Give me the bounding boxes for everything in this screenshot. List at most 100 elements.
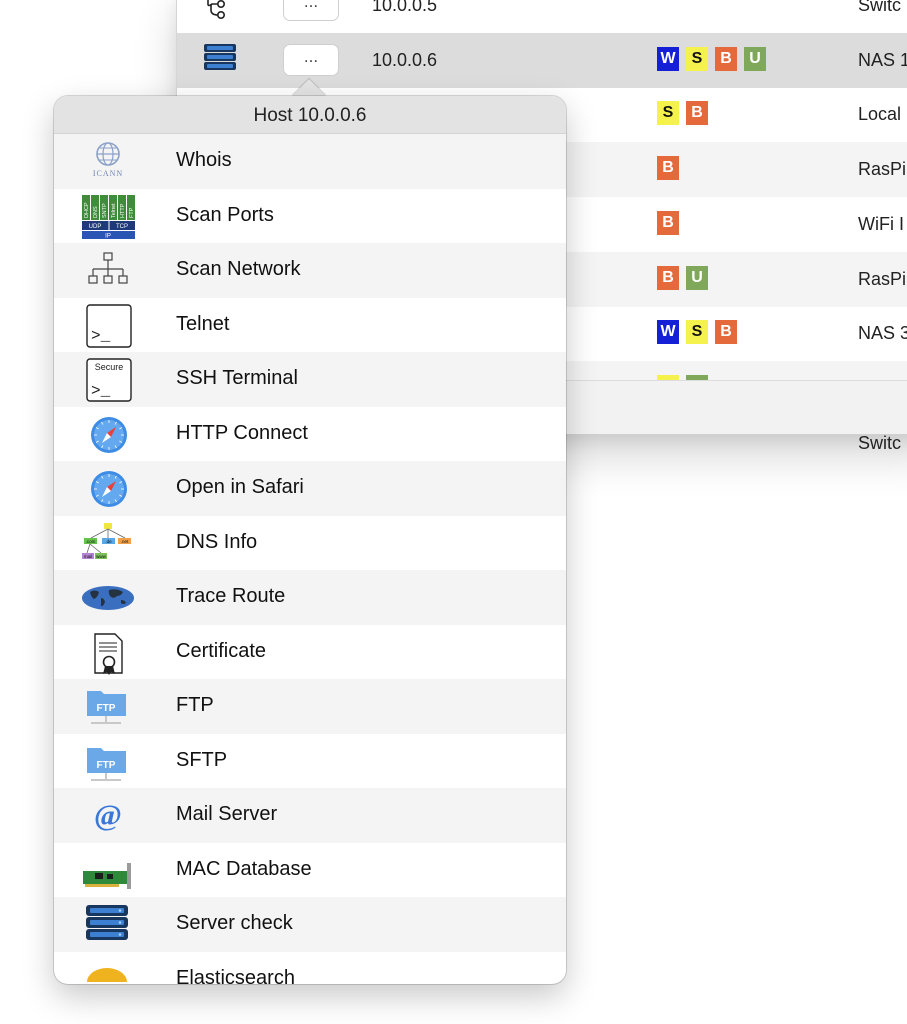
server-rack-icon	[199, 43, 239, 77]
service-badge: U	[686, 265, 708, 290]
server-rack-icon	[81, 903, 135, 947]
protocol-stack-icon: DHCP DNS SNTP Telnet HTTP FTP UDP TCP IP	[81, 194, 135, 239]
svg-text:FTP: FTP	[97, 760, 116, 771]
popover-title: Host 10.0.0.6	[54, 96, 566, 134]
ftp-folder-icon: FTP	[81, 685, 135, 729]
menu-item-label: SSH Terminal	[176, 367, 298, 389]
svg-text:DHCP: DHCP	[84, 202, 90, 218]
network-card-icon	[81, 849, 135, 893]
safari-compass-icon	[81, 467, 135, 511]
menu-item-label: Scan Ports	[176, 203, 274, 226]
host-name: RasPi	[858, 159, 907, 180]
svg-text:.de: .de	[105, 539, 112, 544]
menu-item-scan-ports[interactable]: DHCP DNS SNTP Telnet HTTP FTP UDP TCP IP Scan Por…	[54, 189, 566, 244]
svg-text:@: @	[94, 799, 122, 832]
host-ip: 10.0.0.6	[372, 49, 438, 70]
svg-text:.net: .net	[121, 539, 129, 544]
menu-item-label: Whois	[176, 149, 232, 171]
host-actions-button[interactable]: ...	[283, 43, 339, 76]
svg-text:SNTP: SNTP	[102, 203, 108, 218]
svg-text:Telnet: Telnet	[111, 202, 117, 217]
svg-text:FTP: FTP	[97, 703, 116, 714]
menu-item-sftp[interactable]: FTP SFTP	[54, 734, 566, 789]
service-badge: B	[657, 210, 679, 235]
safari-compass-icon	[81, 413, 135, 457]
service-badge: S	[686, 46, 708, 71]
host-name: NAS 1	[858, 49, 907, 70]
menu-item-label: Telnet	[176, 312, 230, 335]
world-map-icon	[81, 576, 135, 620]
menu-item-label: Open in Safari	[176, 476, 304, 498]
menu-item-elasticsearch[interactable]: Elasticsearch	[54, 952, 566, 985]
at-sign-icon: @	[81, 794, 135, 838]
svg-text:www: www	[96, 554, 106, 559]
host-name: NAS 3	[858, 323, 907, 344]
menu-item-whois[interactable]: ICANN Whois	[54, 134, 566, 189]
menu-item-certificate[interactable]: Certificate	[54, 625, 566, 680]
host-name: WiFi I	[858, 213, 904, 234]
svg-text:HTTP: HTTP	[120, 203, 126, 218]
menu-item-ssh-terminal[interactable]: Secure >_ SSH Terminal	[54, 352, 566, 407]
service-badge: B	[657, 265, 679, 290]
menu-item-mac-database[interactable]: MAC Database	[54, 843, 566, 898]
menu-item-label: HTTP Connect	[176, 421, 308, 444]
svg-text:>_: >_	[91, 327, 111, 345]
host-name: Switc	[858, 0, 902, 15]
menu-item-dns-info[interactable]: .com .de .net mail www DNS Info	[54, 516, 566, 571]
svg-text:>_: >_	[91, 382, 111, 400]
svg-text:DNS: DNS	[93, 206, 99, 218]
menu-item-label: Trace Route	[176, 585, 286, 607]
menu-item-label: Certificate	[176, 639, 267, 662]
elasticsearch-icon	[81, 958, 135, 984]
table-row[interactable]: ... 10.0.0.5 Switc	[177, 0, 907, 33]
svg-text:mail: mail	[84, 554, 92, 559]
menu-item-label: Elasticsearch	[176, 966, 295, 985]
menu-item-label: MAC Database	[176, 857, 312, 880]
menu-item-label: DNS Info	[176, 530, 258, 553]
host-name: RasPi	[858, 268, 907, 289]
menu-item-server-check[interactable]: Server check	[54, 897, 566, 952]
svg-text:.com: .com	[86, 539, 96, 544]
table-row[interactable]: ... 10.0.0.6 W S B U NAS 1	[177, 32, 907, 88]
svg-text:IP: IP	[105, 233, 111, 239]
host-actions-popover: Host 10.0.0.6 ICANN Whois DHCP DNS SNTP Telne…	[54, 96, 566, 984]
menu-item-http-connect[interactable]: HTTP Connect	[54, 407, 566, 462]
menu-item-telnet[interactable]: >_ Telnet	[54, 298, 566, 353]
svg-text:ICANN: ICANN	[93, 169, 123, 178]
menu-item-trace-route[interactable]: Trace Route	[54, 570, 566, 625]
service-badge: S	[657, 101, 679, 126]
certificate-icon	[81, 631, 135, 675]
sftp-folder-icon: FTP	[81, 740, 135, 784]
menu-item-label: SFTP	[176, 748, 228, 771]
svg-text:TCP: TCP	[116, 224, 128, 230]
menu-item-label: Scan Network	[176, 258, 301, 280]
svg-text:Secure: Secure	[95, 362, 124, 372]
service-badge: U	[744, 46, 766, 71]
icann-globe-icon: ICANN	[81, 140, 135, 184]
network-tree-icon	[199, 0, 239, 22]
menu-item-mail-server[interactable]: @ Mail Server	[54, 788, 566, 843]
network-tree-icon	[81, 249, 135, 293]
menu-item-scan-network[interactable]: Scan Network	[54, 243, 566, 298]
service-badge: B	[715, 46, 737, 71]
terminal-icon: >_	[81, 303, 135, 348]
service-badge: W	[657, 320, 679, 345]
service-badge: W	[657, 46, 679, 71]
host-actions-button[interactable]: ...	[283, 0, 339, 21]
menu-item-label: Mail Server	[176, 803, 278, 825]
svg-text:UDP: UDP	[89, 224, 102, 230]
service-badge: B	[657, 156, 679, 181]
host-name: Switc	[858, 432, 902, 453]
menu-item-open-in-safari[interactable]: Open in Safari	[54, 461, 566, 516]
menu-item-ftp[interactable]: FTP FTP	[54, 679, 566, 734]
service-badge: B	[715, 320, 737, 345]
service-badge: B	[686, 101, 708, 126]
svg-text:FTP: FTP	[129, 207, 135, 218]
dns-tree-icon: .com .de .net mail www	[81, 522, 135, 566]
host-name: Local	[858, 104, 902, 125]
menu-item-label: FTP	[176, 694, 214, 716]
service-badge: S	[686, 320, 708, 345]
menu-item-label: Server check	[176, 912, 293, 934]
host-ip: 10.0.0.5	[372, 0, 438, 15]
secure-terminal-icon: Secure >_	[81, 358, 135, 402]
